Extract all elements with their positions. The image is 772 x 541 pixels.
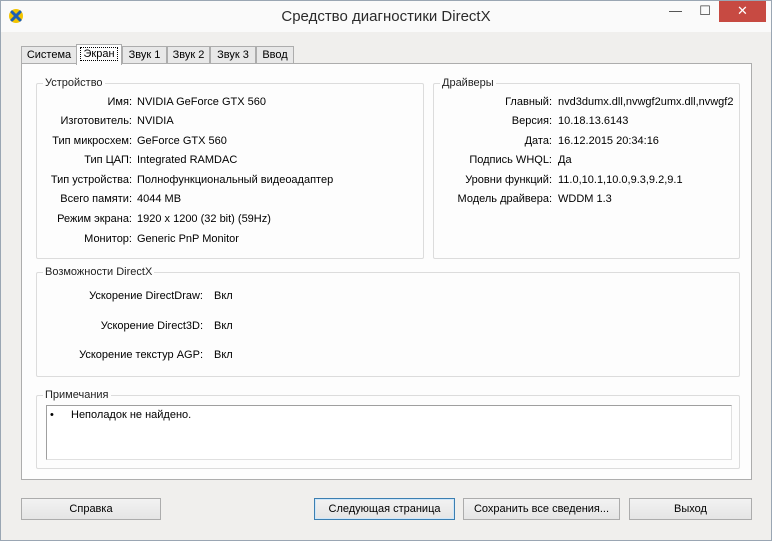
drivers-row-feature-levels: Уровни функций: 11.0,10.1,10.0,9.3,9.2,9… bbox=[434, 174, 739, 187]
tab-sound-2[interactable]: Звук 2 bbox=[167, 46, 210, 64]
tab-sound-1[interactable]: Звук 1 bbox=[122, 46, 167, 64]
device-row-display-mode: Режим экрана: 1920 x 1200 (32 bit) (59Hz… bbox=[37, 213, 423, 226]
device-row-total-memory: Всего памяти: 4044 MB bbox=[37, 193, 423, 206]
device-row-dac-type: Тип ЦАП: Integrated RAMDAC bbox=[37, 154, 423, 167]
row-value: Generic PnP Monitor bbox=[137, 233, 239, 245]
row-value: Вкл bbox=[214, 320, 233, 332]
maximize-button[interactable]: ☐ bbox=[691, 1, 719, 22]
tab-system[interactable]: Система bbox=[21, 46, 77, 64]
row-label: Изготовитель: bbox=[60, 115, 133, 127]
tab-sound-3[interactable]: Звук 3 bbox=[210, 46, 256, 64]
row-label: Режим экрана: bbox=[57, 213, 132, 225]
row-value: nvd3dumx.dll,nvwgf2umx.dll,nvwgf2 bbox=[558, 96, 734, 108]
drivers-group-title: Драйверы bbox=[440, 77, 496, 89]
device-row-manufacturer: Изготовитель: NVIDIA bbox=[37, 115, 423, 128]
row-value: WDDM 1.3 bbox=[558, 193, 612, 205]
drivers-row-driver-model: Модель драйвера: WDDM 1.3 bbox=[434, 193, 739, 206]
row-label: Ускорение Direct3D: bbox=[100, 320, 203, 332]
row-value: Integrated RAMDAC bbox=[137, 154, 238, 166]
row-label: Тип микросхем: bbox=[52, 135, 132, 147]
minimize-button[interactable]: — bbox=[660, 1, 691, 22]
row-value: GeForce GTX 560 bbox=[137, 135, 227, 147]
row-value: Вкл bbox=[214, 349, 233, 361]
row-label: Монитор: bbox=[84, 233, 132, 245]
dxdiag-window: Средство диагностики DirectX — ☐ ✕ Систе… bbox=[0, 0, 772, 541]
drivers-group: Драйверы Главный: nvd3dumx.dll,nvwgf2umx… bbox=[433, 77, 740, 259]
device-row-name: Имя: NVIDIA GeForce GTX 560 bbox=[37, 96, 423, 109]
drivers-row-version: Версия: 10.18.13.6143 bbox=[434, 115, 739, 128]
exit-button[interactable]: Выход bbox=[629, 498, 752, 520]
row-value: 10.18.13.6143 bbox=[558, 115, 629, 127]
row-value: Вкл bbox=[214, 290, 233, 302]
help-button[interactable]: Справка bbox=[21, 498, 161, 520]
row-label: Ускорение DirectDraw: bbox=[89, 290, 203, 302]
device-row-monitor: Монитор: Generic PnP Monitor bbox=[37, 233, 423, 246]
device-group-title: Устройство bbox=[43, 77, 105, 89]
device-group: Устройство Имя: NVIDIA GeForce GTX 560 И… bbox=[36, 77, 424, 259]
drivers-row-main: Главный: nvd3dumx.dll,nvwgf2umx.dll,nvwg… bbox=[434, 96, 739, 109]
note-item: Неполадок не найдено. bbox=[71, 409, 192, 421]
notes-title: Примечания bbox=[43, 389, 111, 401]
title-bar[interactable]: Средство диагностики DirectX — ☐ ✕ bbox=[1, 1, 771, 32]
row-label: Дата: bbox=[524, 135, 552, 147]
next-page-button[interactable]: Следующая страница bbox=[314, 498, 455, 520]
row-value: 11.0,10.1,10.0,9.3,9.2,9.1 bbox=[558, 174, 683, 186]
row-value: Полнофункциональный видеоадаптер bbox=[137, 174, 334, 186]
device-row-chip-type: Тип микросхем: GeForce GTX 560 bbox=[37, 135, 423, 148]
row-label: Тип ЦАП: bbox=[84, 154, 132, 166]
close-button[interactable]: ✕ bbox=[719, 1, 766, 22]
drivers-row-whql: Подпись WHQL: Да bbox=[434, 154, 739, 167]
tab-input[interactable]: Ввод bbox=[256, 46, 294, 64]
device-row-device-type: Тип устройства: Полнофункциональный виде… bbox=[37, 174, 423, 187]
note-bullet: • bbox=[50, 409, 54, 421]
feature-row-agp: Ускорение текстур AGP: Вкл bbox=[37, 349, 737, 362]
window-title: Средство диагностики DirectX bbox=[281, 8, 491, 25]
row-value: 1920 x 1200 (32 bit) (59Hz) bbox=[137, 213, 271, 225]
row-label: Главный: bbox=[505, 96, 552, 108]
row-label: Уровни функций: bbox=[465, 174, 552, 186]
save-all-info-button[interactable]: Сохранить все сведения... bbox=[463, 498, 620, 520]
directx-features-title: Возможности DirectX bbox=[43, 266, 155, 278]
row-label: Всего памяти: bbox=[60, 193, 132, 205]
notes-textbox[interactable]: • Неполадок не найдено. bbox=[46, 405, 732, 460]
row-label: Модель драйвера: bbox=[457, 193, 552, 205]
tab-display[interactable]: Экран bbox=[76, 44, 122, 65]
row-value: Да bbox=[558, 154, 572, 166]
row-label: Тип устройства: bbox=[50, 174, 132, 186]
row-label: Версия: bbox=[511, 115, 552, 127]
tab-panel: Устройство Имя: NVIDIA GeForce GTX 560 И… bbox=[21, 63, 752, 480]
drivers-row-date: Дата: 16.12.2015 20:34:16 bbox=[434, 135, 739, 148]
row-value: 4044 MB bbox=[137, 193, 182, 205]
row-value: NVIDIA bbox=[137, 115, 174, 127]
row-value: NVIDIA GeForce GTX 560 bbox=[137, 96, 266, 108]
row-label: Ускорение текстур AGP: bbox=[79, 349, 203, 361]
row-value: 16.12.2015 20:34:16 bbox=[558, 135, 659, 147]
row-label: Подпись WHQL: bbox=[469, 154, 552, 166]
row-label: Имя: bbox=[107, 96, 132, 108]
feature-row-directdraw: Ускорение DirectDraw: Вкл bbox=[37, 290, 737, 303]
directx-features-group: Возможности DirectX Ускорение DirectDraw… bbox=[36, 266, 740, 377]
feature-row-direct3d: Ускорение Direct3D: Вкл bbox=[37, 320, 737, 333]
